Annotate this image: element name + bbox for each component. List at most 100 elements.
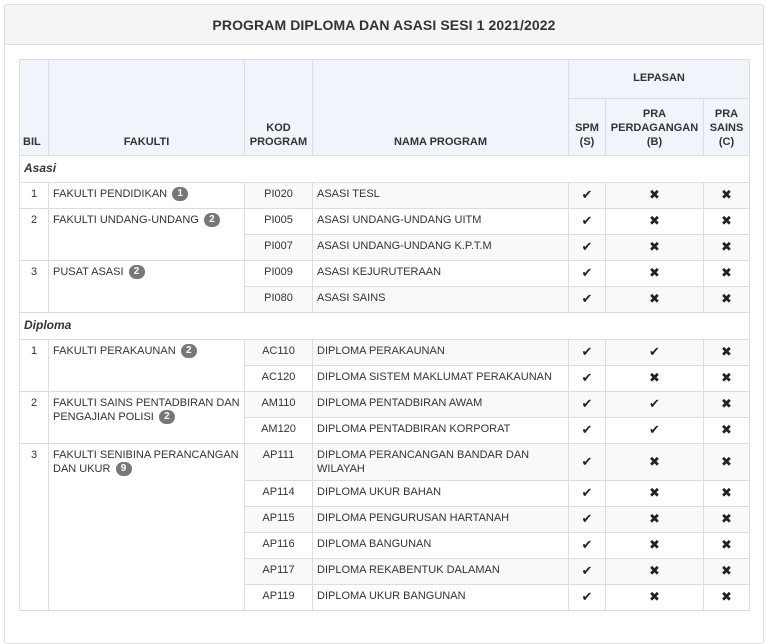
cross-icon: ✖ <box>721 187 732 202</box>
cross-icon: ✖ <box>649 187 660 202</box>
check-icon: ✔ <box>581 422 593 437</box>
cross-icon: ✖ <box>649 370 660 385</box>
lepasan-s-cell: ✔ <box>568 234 606 261</box>
lepasan-c-cell: ✖ <box>702 584 751 611</box>
check-icon: ✔ <box>581 291 593 306</box>
lepasan-c-cell: ✖ <box>702 480 751 507</box>
lepasan-b-cell: ✖ <box>605 584 704 611</box>
lepasan-s-cell: ✔ <box>568 443 606 481</box>
faculty-cell: PUSAT ASASI 2 <box>48 260 245 313</box>
nama-program-cell: DIPLOMA PERANCANGAN BANDAR DAN WILAYAH <box>312 443 569 481</box>
lepasan-c-cell: ✖ <box>702 443 751 481</box>
check-icon: ✔ <box>581 485 593 500</box>
cross-icon: ✖ <box>721 265 732 280</box>
nama-program-cell: DIPLOMA UKUR BANGUNAN <box>312 584 569 611</box>
nama-program-cell: DIPLOMA BANGUNAN <box>312 532 569 559</box>
kod-program-cell: AC120 <box>244 365 313 392</box>
bil-cell: 3 <box>19 260 49 313</box>
table-body: Asasi 1 FAKULTI PENDIDIKAN 1 PI020 ASASI TES… <box>18 155 751 611</box>
header-pra-sains: PRA SAINS (C) <box>702 98 751 156</box>
header-pra-perdagangan: PRA PERDAGANGAN (B) <box>605 98 704 156</box>
check-icon: ✔ <box>581 511 593 526</box>
cross-icon: ✖ <box>721 422 732 437</box>
lepasan-b-cell: ✖ <box>605 286 704 313</box>
check-icon: ✔ <box>581 537 593 552</box>
section-row: Asasi <box>18 155 751 183</box>
kod-program-cell: PI020 <box>244 182 313 209</box>
section-title: Asasi <box>18 155 751 183</box>
check-icon: ✔ <box>649 422 660 437</box>
cross-icon: ✖ <box>721 453 732 469</box>
faculty-name: FAKULTI SAINS PENTADBIRAN DAN PENGAJIAN … <box>53 397 240 423</box>
nama-program-cell: ASASI SAINS <box>312 286 569 313</box>
faculty-cell: FAKULTI PENDIDIKAN 1 <box>48 182 245 209</box>
lepasan-s-cell: ✔ <box>568 480 606 507</box>
nama-program-cell: DIPLOMA PENTADBIRAN AWAM <box>312 391 569 418</box>
nama-program-cell: DIPLOMA PERAKAUNAN <box>312 339 569 366</box>
page-title: PROGRAM DIPLOMA DAN ASASI SESI 1 2021/20… <box>5 5 763 45</box>
lepasan-s-cell: ✔ <box>568 506 606 533</box>
cross-icon: ✖ <box>649 511 660 526</box>
kod-program-cell: AP111 <box>244 443 313 481</box>
check-icon: ✔ <box>649 396 660 411</box>
lepasan-s-cell: ✔ <box>568 417 606 444</box>
faculty-name: FAKULTI SENIBINA PERANCANGAN DAN UKUR <box>53 449 239 475</box>
lepasan-b-cell: ✖ <box>605 208 704 235</box>
check-icon: ✔ <box>581 370 593 385</box>
lepasan-b-cell: ✖ <box>605 506 704 533</box>
faculty-name: FAKULTI UNDANG-UNDANG <box>53 214 199 226</box>
nama-program-cell: ASASI UNDANG-UNDANG K.P.T.M <box>312 234 569 261</box>
cross-icon: ✖ <box>721 396 732 411</box>
faculty-name: PUSAT ASASI <box>53 266 124 278</box>
cross-icon: ✖ <box>721 291 732 306</box>
cross-icon: ✖ <box>721 213 732 228</box>
faculty-cell: FAKULTI SENIBINA PERANCANGAN DAN UKUR 9 <box>48 443 245 611</box>
lepasan-s-cell: ✔ <box>568 584 606 611</box>
program-count-badge: 2 <box>203 213 220 228</box>
lepasan-s-cell: ✔ <box>568 532 606 559</box>
nama-program-cell: ASASI UNDANG-UNDANG UITM <box>312 208 569 235</box>
cross-icon: ✖ <box>721 537 732 552</box>
header-lepasan: LEPASAN <box>567 59 751 99</box>
lepasan-c-cell: ✖ <box>702 182 751 209</box>
program-count-badge: 2 <box>158 410 175 425</box>
section-row: Diploma <box>18 312 751 340</box>
lepasan-s-cell: ✔ <box>568 558 606 585</box>
table-row: 3 PUSAT ASASI 2 PI009 ASASI KEJURUTERAAN ✔ ✖ ✖ <box>19 260 751 313</box>
lepasan-c-cell: ✖ <box>702 391 751 418</box>
program-panel: PROGRAM DIPLOMA DAN ASASI SESI 1 2021/20… <box>4 4 764 644</box>
faculty-name: FAKULTI PENDIDIKAN <box>53 188 168 200</box>
program-count-badge: 1 <box>172 187 189 202</box>
lepasan-c-cell: ✖ <box>702 417 751 444</box>
faculty-name: FAKULTI PERAKAUNAN <box>53 345 176 357</box>
table-row: 1 FAKULTI PENDIDIKAN 1 PI020 ASASI TESL ✔ ✖ ✖ <box>19 182 751 209</box>
cross-icon: ✖ <box>721 511 732 526</box>
kod-program-cell: PI007 <box>244 234 313 261</box>
check-icon: ✔ <box>581 563 593 578</box>
header-nama-program: NAMA PROGRAM <box>312 59 569 156</box>
lepasan-s-cell: ✔ <box>568 182 606 209</box>
lepasan-s-cell: ✔ <box>568 365 606 392</box>
program-count-badge: 2 <box>180 344 197 359</box>
lepasan-b-cell: ✔ <box>605 417 704 444</box>
lepasan-s-cell: ✔ <box>568 339 606 366</box>
lepasan-b-cell: ✖ <box>605 234 704 261</box>
program-count-badge: 9 <box>115 462 132 477</box>
check-icon: ✔ <box>649 344 660 359</box>
table-row: 3 FAKULTI SENIBINA PERANCANGAN DAN UKUR 9… <box>19 443 751 611</box>
nama-program-cell: DIPLOMA REKABENTUK DALAMAN <box>312 558 569 585</box>
cross-icon: ✖ <box>721 485 732 500</box>
nama-program-cell: DIPLOMA PENTADBIRAN KORPORAT <box>312 417 569 444</box>
lepasan-b-cell: ✖ <box>605 558 704 585</box>
check-icon: ✔ <box>581 589 593 604</box>
nama-program-cell: ASASI KEJURUTERAAN <box>312 260 569 287</box>
cross-icon: ✖ <box>649 485 660 500</box>
nama-program-cell: DIPLOMA PENGURUSAN HARTANAH <box>312 506 569 533</box>
lepasan-c-cell: ✖ <box>702 208 751 235</box>
cross-icon: ✖ <box>721 239 732 254</box>
kod-program-cell: AP116 <box>244 532 313 559</box>
header-fakulti: FAKULTI <box>48 59 245 156</box>
nama-program-cell: ASASI TESL <box>312 182 569 209</box>
cross-icon: ✖ <box>721 563 732 578</box>
lepasan-b-cell: ✔ <box>605 391 704 418</box>
